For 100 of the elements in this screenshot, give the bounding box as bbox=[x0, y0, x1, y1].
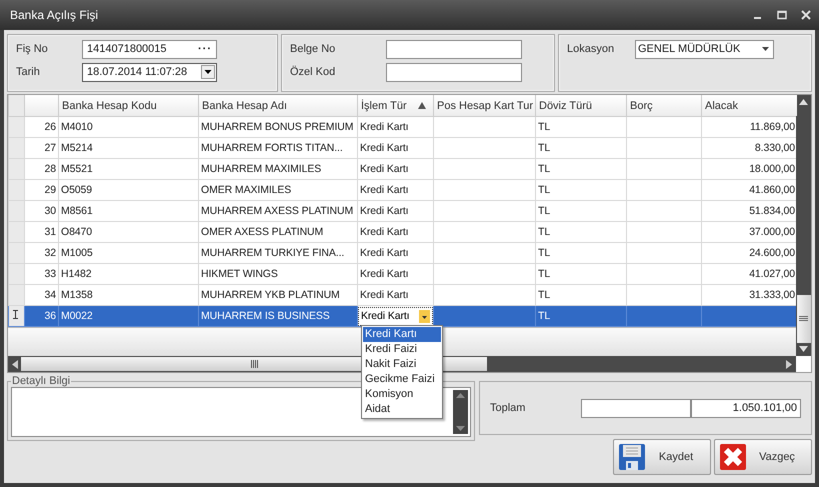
grip-icon bbox=[799, 316, 808, 322]
cancel-button[interactable]: Vazgeç bbox=[714, 439, 812, 475]
date-field[interactable]: 18.07.2014 11:07:28 bbox=[82, 62, 217, 82]
table-cell: O8470 bbox=[58, 222, 198, 242]
table-cell: MUHARREM FORTIS TITAN... bbox=[198, 138, 358, 158]
table-cell: M5521 bbox=[58, 158, 198, 180]
table-cell: Kredi Kartı bbox=[358, 264, 434, 284]
scroll-up-icon[interactable] bbox=[456, 393, 465, 398]
table-cell: TL bbox=[536, 138, 626, 158]
group-label: Detaylı Bilgi bbox=[11, 375, 72, 387]
table-cell: 33 bbox=[24, 264, 58, 284]
table-cell: OMER MAXIMILES bbox=[198, 180, 358, 200]
table-cell: MUHARREM TURKIYE FINA... bbox=[198, 242, 358, 264]
table-cell: 28 bbox=[24, 158, 58, 180]
table-row[interactable]: 31 O8470 OMER AXESS PLATINUM Kredi Kartı TL 37.000,00 bbox=[8, 222, 798, 242]
dropdown-item[interactable]: Kredi Faizi bbox=[363, 342, 441, 357]
dropdown-item[interactable]: Aidat bbox=[363, 402, 441, 417]
table-cell: M4010 bbox=[58, 116, 198, 138]
table-cell: MUHARREM MAXIMILES bbox=[198, 158, 358, 180]
table-cell: Kredi Kartı bbox=[358, 242, 434, 264]
table-cell: MUHARREM AXESS PLATINUM bbox=[198, 200, 358, 222]
table-cell: H1482 bbox=[58, 264, 198, 284]
table-row[interactable]: 26 M4010 MUHARREM BONUS PREMIUM Kredi Kartı TL 11.869,00 bbox=[8, 116, 798, 138]
column-header[interactable]: Alacak bbox=[702, 95, 798, 116]
table-cell: Kredi Kartı bbox=[358, 116, 434, 138]
table-cell: TL bbox=[536, 264, 626, 284]
table-cell: M0022 bbox=[58, 306, 198, 326]
table-row[interactable]: 36 M0022 MUHARREM IS BUSINESS Kredi Kartı TL bbox=[8, 306, 798, 326]
column-header[interactable]: Döviz Türü bbox=[536, 95, 626, 116]
close-icon[interactable] bbox=[801, 10, 811, 20]
table-cell: TL bbox=[536, 180, 626, 200]
dropdown-item[interactable]: Komisyon bbox=[363, 387, 441, 402]
caret-icon bbox=[762, 47, 769, 51]
table-cell: OMER AXESS PLATINUM bbox=[198, 222, 358, 242]
table-cell: 29 bbox=[24, 180, 58, 200]
table-cell: Kredi Kartı bbox=[358, 222, 434, 242]
table-cell: TL bbox=[536, 306, 626, 326]
table-cell: MUHARREM IS BUSINESS bbox=[198, 306, 358, 326]
horizontal-scrollbar[interactable] bbox=[8, 356, 796, 372]
table-cell: M8561 bbox=[58, 200, 198, 222]
window-title: Banka Açılış Fişi bbox=[10, 8, 100, 22]
table-row[interactable]: 29 O5059 OMER MAXIMILES Kredi Kartı TL 41.860,00 bbox=[8, 180, 798, 200]
column-header[interactable]: Pos Hesap Kart Tur bbox=[434, 95, 536, 116]
dropdown-button-icon[interactable] bbox=[419, 310, 430, 322]
table-row[interactable]: 27 M5214 MUHARREM FORTIS TITAN... Kredi Kartı TL 8.330,00 bbox=[8, 138, 798, 158]
column-header[interactable]: Banka Hesap Adı bbox=[198, 95, 358, 116]
save-button[interactable]: Kaydet bbox=[613, 439, 711, 475]
table-cell: Kredi Kartı bbox=[358, 180, 434, 200]
table-cell: M1005 bbox=[58, 242, 198, 264]
table-row[interactable]: 30 M8561 MUHARREM AXESS PLATINUM Kredi Kartı TL 51.834,00 bbox=[8, 200, 798, 222]
table-cell: MUHARREM BONUS PREMIUM bbox=[198, 116, 358, 138]
column-header[interactable]: Banka Hesap Kodu bbox=[58, 95, 198, 116]
table-cell: 27 bbox=[24, 138, 58, 158]
table-cell: 30 bbox=[24, 200, 58, 222]
field-label: Lokasyon bbox=[567, 43, 616, 55]
table-cell: Kredi Kartı bbox=[358, 200, 434, 222]
cross-icon bbox=[719, 443, 747, 471]
scroll-down-icon[interactable] bbox=[799, 346, 808, 352]
dropdown-button-icon[interactable] bbox=[201, 65, 215, 79]
table-cell: TL bbox=[536, 242, 626, 264]
field-label: Tarih bbox=[16, 66, 41, 78]
column-header[interactable]: İşlem Tür bbox=[358, 95, 434, 116]
table-row[interactable]: 32 M1005 MUHARREM TURKIYE FINA... Kredi Kartı TL 24.600,00 bbox=[8, 242, 798, 264]
scroll-left-icon[interactable] bbox=[12, 360, 18, 368]
receipt-number-field[interactable]: 1414071800015 ··· bbox=[82, 40, 217, 58]
sort-arrow-icon bbox=[418, 102, 426, 109]
table-cell: 32 bbox=[24, 242, 58, 264]
table-row[interactable]: 28 M5521 MUHARREM MAXIMILES Kredi Kartı TL 18.000,00 bbox=[8, 158, 798, 180]
table-cell: M5214 bbox=[58, 138, 198, 158]
table-cell: TL bbox=[536, 200, 626, 222]
text-cursor-icon bbox=[13, 310, 18, 319]
scroll-right-icon[interactable] bbox=[786, 360, 792, 368]
field-label: Fiş No bbox=[16, 43, 49, 55]
grip-icon bbox=[250, 360, 258, 368]
total-label: Toplam bbox=[490, 402, 526, 414]
total-field: 1.050.101,00 bbox=[691, 398, 801, 418]
table-cell: TL bbox=[536, 222, 626, 242]
special-code-field[interactable] bbox=[386, 62, 522, 82]
vertical-scrollbar[interactable] bbox=[796, 95, 811, 356]
field-label: Özel Kod bbox=[290, 66, 336, 78]
table-cell: Kredi Kartı bbox=[358, 138, 434, 158]
column-header[interactable]: Borç bbox=[626, 95, 702, 116]
scroll-up-icon[interactable] bbox=[799, 99, 808, 105]
table-cell: 36 bbox=[24, 306, 58, 326]
maximize-icon[interactable] bbox=[777, 10, 787, 20]
table-cell: TL bbox=[536, 158, 626, 180]
table-cell: HIKMET WINGS bbox=[198, 264, 358, 284]
dropdown-item[interactable]: Gecikme Faizi bbox=[363, 372, 441, 387]
table-cell: TL bbox=[536, 116, 626, 138]
table-cell: 26 bbox=[24, 116, 58, 138]
table-cell: Kredi Kartı bbox=[358, 158, 434, 180]
dropdown-item[interactable]: Nakit Faizi bbox=[363, 357, 441, 372]
field-label: Belge No bbox=[290, 43, 336, 55]
location-dropdown[interactable]: GENEL MÜDÜRLÜK bbox=[635, 40, 774, 58]
dropdown-item[interactable]: Kredi Kartı bbox=[363, 327, 441, 342]
table-cell: 31 bbox=[24, 222, 58, 242]
document-number-field[interactable] bbox=[386, 40, 522, 58]
scroll-down-icon[interactable] bbox=[456, 426, 465, 431]
table-cell: O5059 bbox=[58, 180, 198, 200]
table-row[interactable]: 33 H1482 HIKMET WINGS Kredi Kartı TL 41.027,00 bbox=[8, 264, 798, 284]
